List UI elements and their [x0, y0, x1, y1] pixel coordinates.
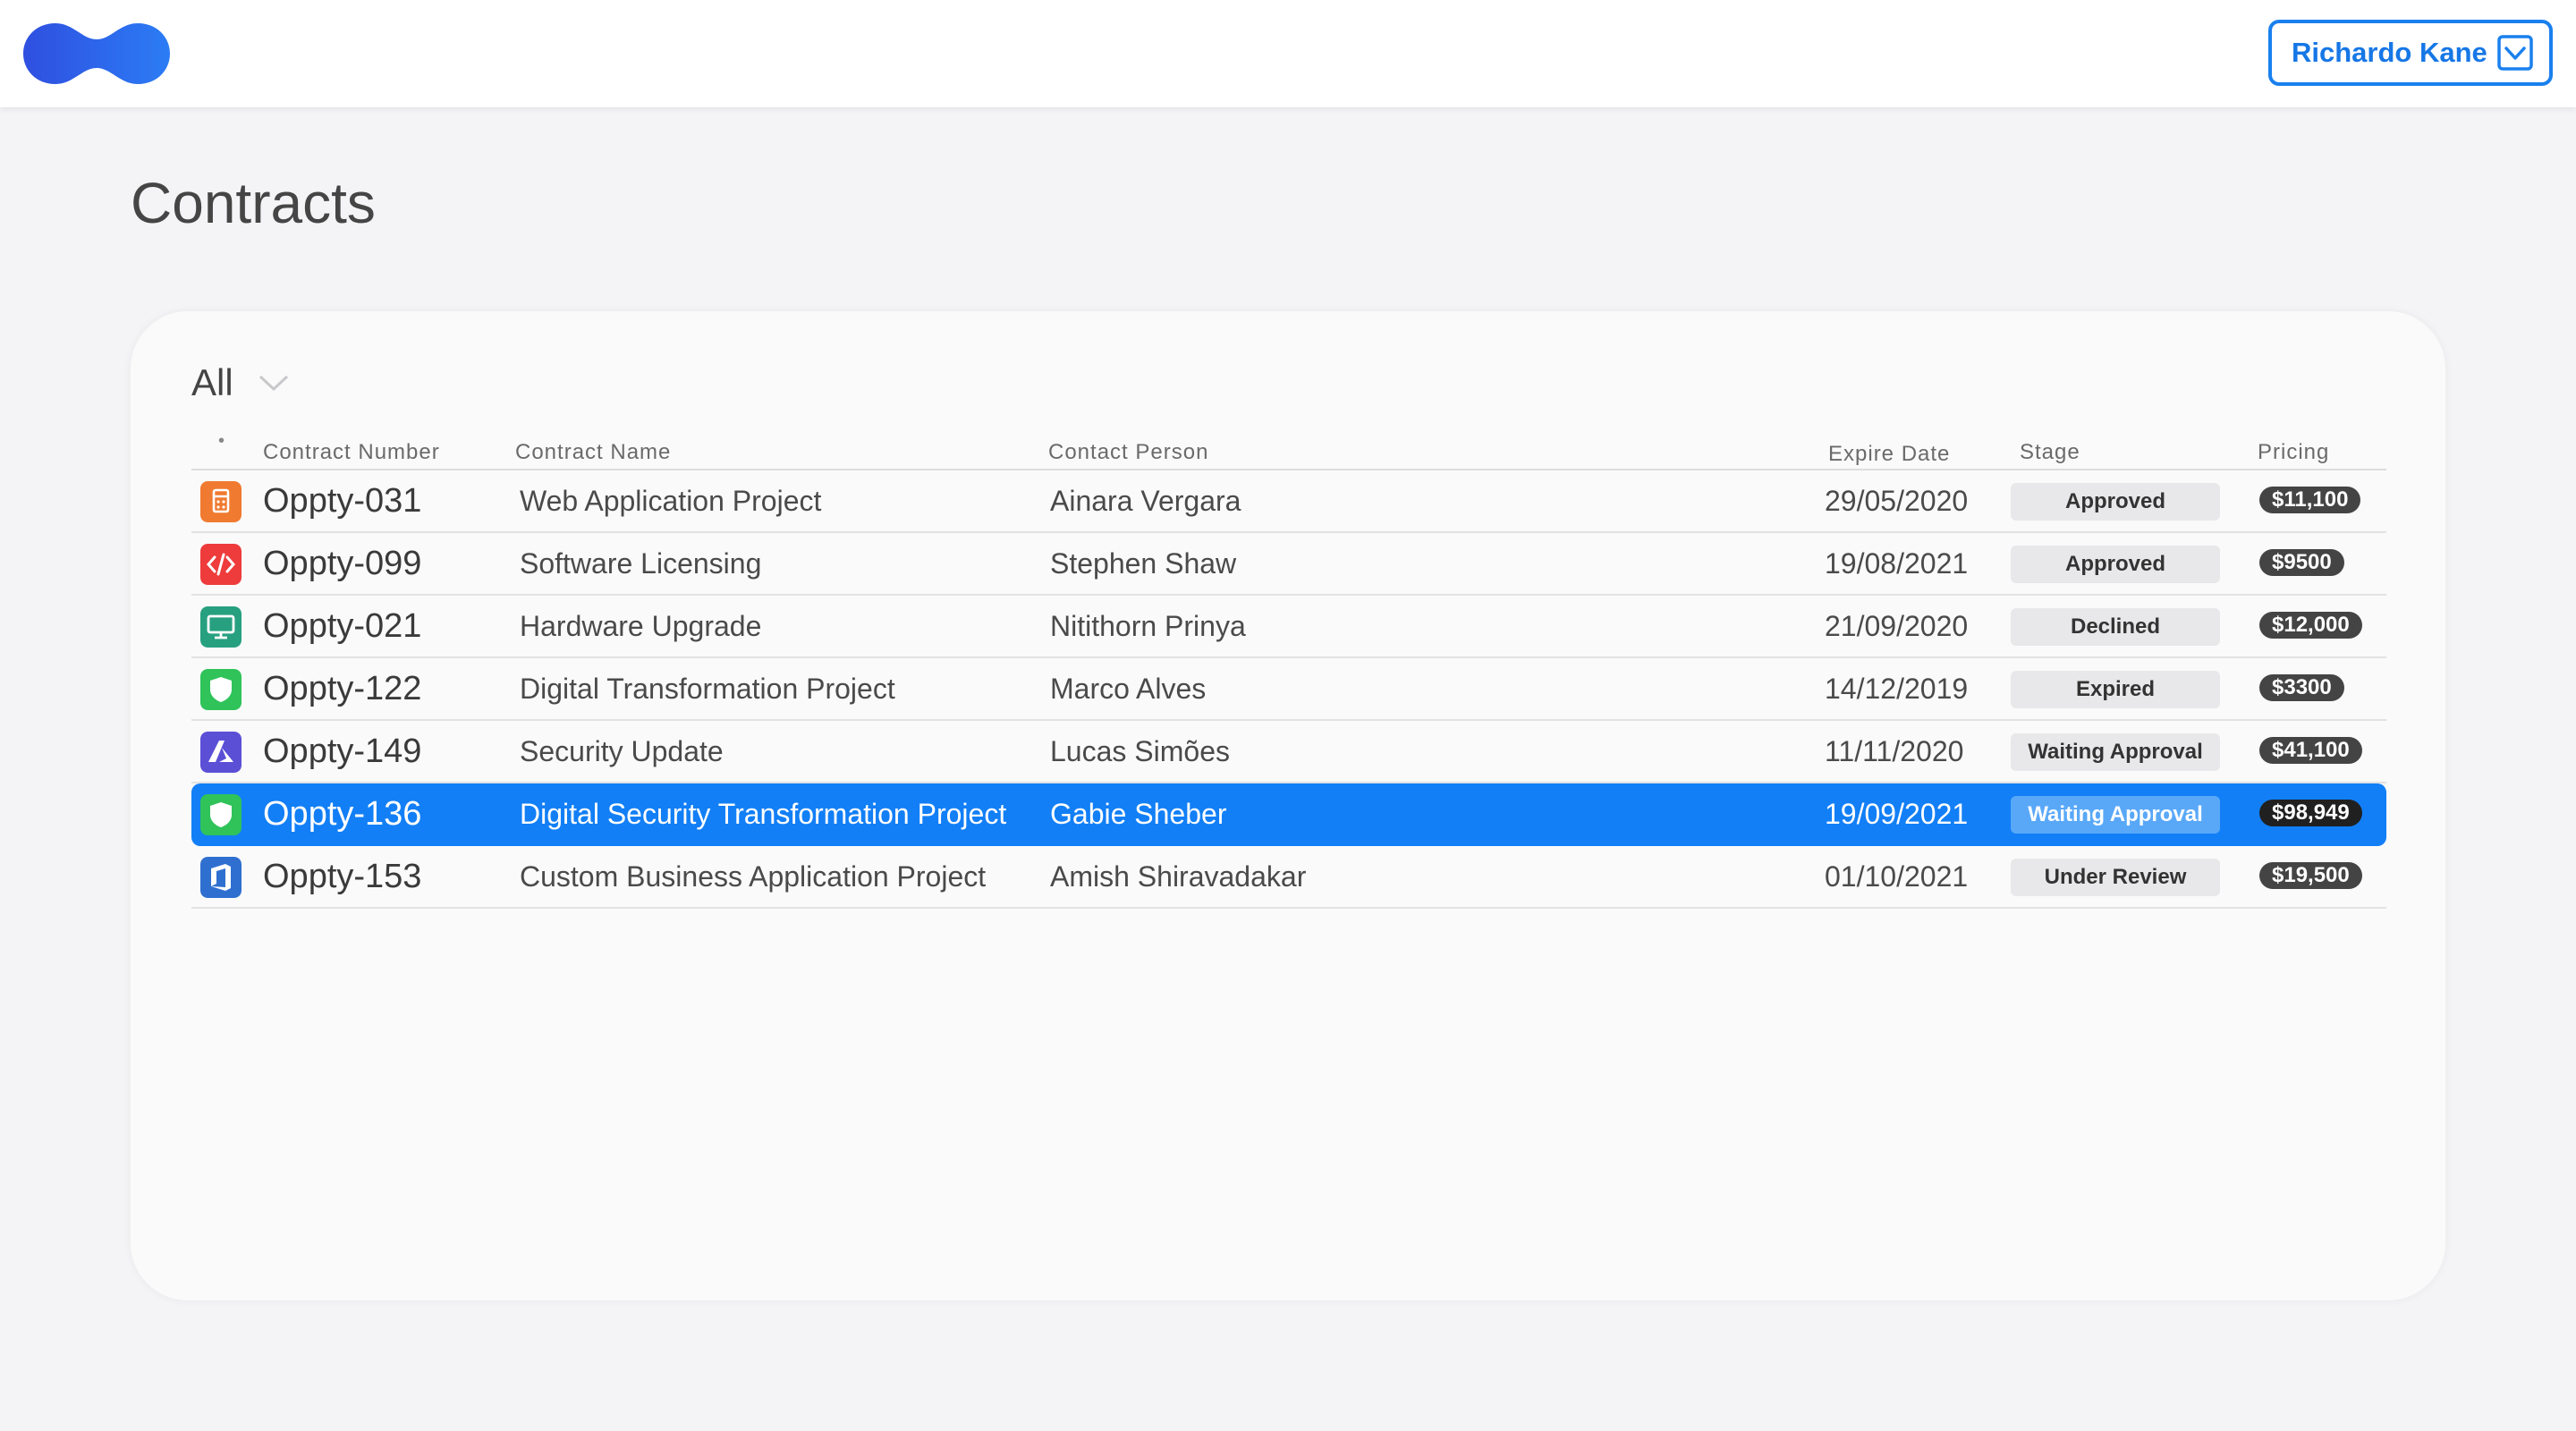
- stage-badge: Under Review: [2011, 859, 2220, 896]
- row-office-icon: [200, 857, 242, 898]
- table-row[interactable]: Oppty-149 Security Update Lucas Simões 11/1…: [191, 721, 2386, 783]
- top-bar: Richardo Kane: [0, 0, 2576, 107]
- contact-person: Marco Alves: [1050, 673, 1207, 705]
- page-title: Contracts: [131, 171, 376, 235]
- column-header-contact-person[interactable]: Contact Person: [1048, 440, 1208, 465]
- contact-person: Ainara Vergara: [1050, 485, 1241, 517]
- expire-date: 19/08/2021: [1825, 547, 1969, 580]
- table-row[interactable]: Oppty-099 Software Licensing Stephen Shaw 1…: [191, 533, 2386, 596]
- expire-date: 21/09/2020: [1825, 610, 1969, 642]
- contact-person: Amish Shiravadakar: [1050, 860, 1307, 893]
- contact-person: Lucas Simões: [1050, 735, 1230, 767]
- expire-date: 19/09/2021: [1825, 798, 1969, 830]
- expire-date: 14/12/2019: [1825, 673, 1969, 705]
- pricing-badge: $98,949: [2259, 800, 2362, 826]
- contract-number: Oppty-122: [263, 670, 422, 707]
- stage-badge: Expired: [2011, 671, 2220, 708]
- contract-name: Custom Business Application Project: [520, 860, 987, 893]
- row-azure-icon: [200, 732, 242, 773]
- contract-name: Web Application Project: [520, 485, 822, 517]
- pricing-badge: $19,500: [2259, 862, 2362, 889]
- stage-badge: Approved: [2011, 483, 2220, 521]
- filter-dropdown[interactable]: All: [191, 361, 289, 404]
- pricing-badge: $11,100: [2259, 487, 2361, 513]
- table-header: • Contract Number Contract Name Contact …: [191, 429, 2386, 470]
- contract-number: Oppty-136: [263, 795, 422, 833]
- table-row[interactable]: Oppty-031 Web Application Project Ainara V…: [191, 470, 2386, 533]
- chevron-down-icon: [258, 375, 288, 392]
- column-header-contract-name[interactable]: Contract Name: [515, 440, 671, 465]
- row-monitor-icon: [200, 606, 242, 648]
- row-shield-icon: [200, 794, 242, 835]
- chevron-down-icon: [2497, 35, 2533, 71]
- contact-person: Nitithorn Prinya: [1050, 610, 1246, 642]
- stage-badge: Declined: [2011, 608, 2220, 646]
- expire-date: 01/10/2021: [1825, 860, 1969, 893]
- contract-name: Security Update: [520, 735, 724, 767]
- contract-number: Oppty-149: [263, 732, 422, 770]
- logo-icon[interactable]: [21, 20, 172, 88]
- table-row[interactable]: Oppty-021 Hardware Upgrade Nitithorn Priny…: [191, 596, 2386, 658]
- stage-badge: Waiting Approval: [2011, 796, 2220, 834]
- contact-person: Stephen Shaw: [1050, 547, 1237, 580]
- column-header-stage[interactable]: Stage: [2020, 440, 2080, 465]
- contract-name: Hardware Upgrade: [520, 610, 762, 642]
- contracts-card: All • Contract Number Contract Name Cont…: [131, 311, 2445, 1300]
- filter-label: All: [191, 361, 233, 403]
- table-row[interactable]: Oppty-136 Digital Security Transformation…: [191, 783, 2386, 846]
- column-header-expire-date[interactable]: Expire Date: [1828, 442, 1950, 467]
- contract-number: Oppty-021: [263, 607, 422, 645]
- stage-badge: Waiting Approval: [2011, 733, 2220, 771]
- user-menu-button[interactable]: Richardo Kane: [2268, 20, 2553, 86]
- contract-name: Digital Transformation Project: [520, 673, 895, 705]
- contract-name: Digital Security Transformation Project: [520, 798, 1007, 830]
- contract-number: Oppty-099: [263, 545, 422, 582]
- row-calculator-icon: [200, 481, 242, 522]
- table-row[interactable]: Oppty-153 Custom Business Application Pro…: [191, 846, 2386, 909]
- table-row[interactable]: Oppty-122 Digital Transformation Project M…: [191, 658, 2386, 721]
- pricing-badge: $12,000: [2259, 612, 2362, 639]
- stage-badge: Approved: [2011, 546, 2220, 583]
- table-body: Oppty-031 Web Application Project Ainara V…: [191, 470, 2386, 909]
- pricing-badge: $9500: [2259, 549, 2344, 576]
- contract-name: Software Licensing: [520, 547, 762, 580]
- column-header-dot: •: [218, 431, 226, 451]
- contact-person: Gabie Sheber: [1050, 798, 1227, 830]
- row-shield-icon: [200, 669, 242, 710]
- contract-number: Oppty-153: [263, 858, 422, 895]
- column-header-pricing[interactable]: Pricing: [2258, 440, 2329, 465]
- column-header-contract-number[interactable]: Contract Number: [263, 440, 440, 465]
- contracts-table: • Contract Number Contract Name Contact …: [191, 429, 2386, 909]
- pricing-badge: $41,100: [2259, 737, 2362, 764]
- row-code-icon: [200, 544, 242, 585]
- expire-date: 29/05/2020: [1825, 485, 1969, 517]
- expire-date: 11/11/2020: [1825, 735, 1964, 767]
- contract-number: Oppty-031: [263, 482, 422, 520]
- pricing-badge: $3300: [2259, 674, 2344, 701]
- user-name: Richardo Kane: [2292, 37, 2487, 68]
